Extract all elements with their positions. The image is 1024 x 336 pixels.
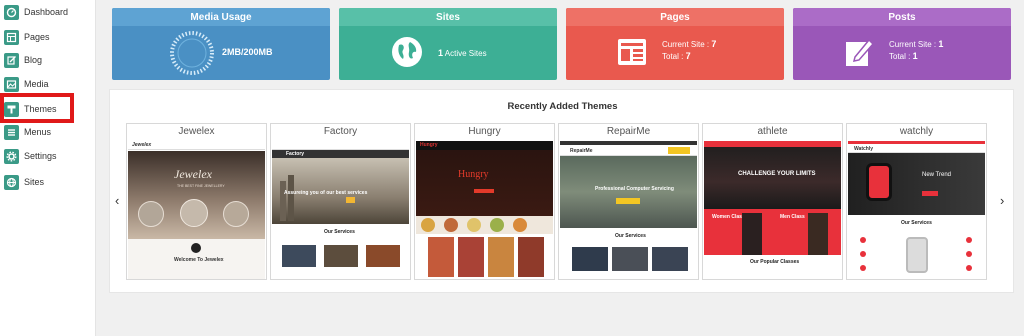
preview-class-b: Men Class <box>780 214 805 220</box>
sidebar-item-label: Media <box>24 79 49 89</box>
preview-section-title: Our Services <box>615 233 646 239</box>
preview-section-title: Our Popular Classes <box>750 259 800 265</box>
theme-card-factory[interactable]: Factory Factory Assureing you of our bes… <box>270 123 411 280</box>
sidebar-item-label: Blog <box>24 55 43 65</box>
preview-logo: Factory <box>286 151 305 157</box>
preview-logo: Watchly <box>854 146 873 152</box>
sidebar-item-menus[interactable]: Menus <box>0 121 96 143</box>
menus-icon <box>4 124 19 140</box>
posts-total-value: 1 <box>912 51 918 61</box>
theme-name: Jewelex <box>178 126 215 137</box>
card-title: Pages <box>566 8 784 26</box>
card-title: Posts <box>793 8 1011 26</box>
chevron-left-icon[interactable]: ‹ <box>115 194 119 207</box>
sidebar: Dashboard Pages Blog Media Themes Menus <box>0 0 96 336</box>
theme-name: watchly <box>899 126 934 137</box>
theme-name: athlete <box>757 126 788 137</box>
edit-icon <box>846 38 875 66</box>
preview-logo: Jewelex <box>132 142 152 148</box>
media-usage-card: Media Usage 2MB/200MB <box>112 8 330 80</box>
theme-card-jewelex[interactable]: Jewelex Jewelex Jewelex THE BEST FINE JE… <box>126 123 267 280</box>
preview-hero: Professional Computer Servicing <box>595 186 674 192</box>
theme-name: Factory <box>323 126 358 137</box>
preview-section-title: Welcome To Jewelex <box>174 257 224 263</box>
theme-preview: Jewelex Jewelex THE BEST FINE JEWELLERY … <box>128 141 265 279</box>
theme-preview: RepairMe Professional Computer Servicing… <box>560 141 697 279</box>
preview-hero: Jewelex <box>174 167 212 181</box>
sidebar-item-sites[interactable]: Sites <box>0 171 96 193</box>
preview-tagline: THE BEST FINE JEWELLERY <box>177 184 225 188</box>
theme-card-athlete[interactable]: athlete CHALLENGE YOUR LIMITS Women Clas… <box>702 123 843 280</box>
chevron-right-icon[interactable]: › <box>1000 194 1004 207</box>
pages-current-value: 7 <box>711 39 717 49</box>
gear-icon <box>4 148 19 164</box>
card-title: Media Usage <box>112 8 330 26</box>
preview-hero: Assureing you of our best services <box>284 190 368 196</box>
themes-icon <box>4 101 19 117</box>
blog-icon <box>4 52 19 68</box>
recently-added-themes-panel: Recently Added Themes ‹ › Jewelex Jewele… <box>109 89 1014 293</box>
preview-hero: CHALLENGE YOUR LIMITS <box>738 171 816 177</box>
panel-title: Recently Added Themes <box>507 101 618 112</box>
pages-total-value: 7 <box>685 51 691 61</box>
active-sites-label: Active Sites <box>444 49 487 58</box>
sidebar-item-blog[interactable]: Blog <box>0 49 96 71</box>
sidebar-item-dashboard[interactable]: Dashboard <box>0 1 96 23</box>
preview-logo: Hungry <box>420 142 438 148</box>
sidebar-item-label: Dashboard <box>24 7 69 17</box>
theme-name: RepairMe <box>606 126 651 137</box>
preview-hero: New Trend <box>922 172 952 178</box>
sidebar-item-label: Menus <box>24 127 52 137</box>
sidebar-item-pages[interactable]: Pages <box>0 26 96 48</box>
theme-name: Hungry <box>468 126 501 137</box>
preview-section-title: Our Services <box>324 229 355 235</box>
current-site-label: Current Site : <box>889 40 937 49</box>
preview-class-a: Women Class <box>712 214 745 220</box>
sidebar-item-media[interactable]: Media <box>0 73 96 95</box>
sites-card: Sites 1 Active Sites <box>339 8 557 80</box>
sidebar-item-label: Settings <box>24 151 57 161</box>
globe-icon <box>392 37 422 67</box>
theme-card-watchly[interactable]: watchly Watchly New Trend Our Services <box>846 123 987 280</box>
preview-hero: Hungry <box>458 169 489 180</box>
gauge-icon <box>170 31 214 75</box>
sidebar-item-label: Themes <box>24 104 57 114</box>
pages-icon <box>618 39 646 65</box>
posts-card: Posts Current Site : 1 Total : 1 <box>793 8 1011 80</box>
dashboard-icon <box>4 4 19 20</box>
sidebar-item-label: Sites <box>24 177 45 187</box>
pages-icon <box>4 29 19 45</box>
active-sites-count: 1 <box>438 48 444 58</box>
posts-current-value: 1 <box>938 39 944 49</box>
total-label: Total : <box>662 52 684 61</box>
preview-section-title: Our Services <box>901 220 932 226</box>
theme-card-hungry[interactable]: Hungry Hungry Hungry <box>414 123 555 280</box>
theme-preview: CHALLENGE YOUR LIMITS Women Class Men Cl… <box>704 141 841 279</box>
sidebar-item-label: Pages <box>24 32 50 42</box>
media-icon <box>4 76 19 92</box>
total-label: Total : <box>889 52 911 61</box>
sidebar-item-settings[interactable]: Settings <box>0 145 96 167</box>
current-site-label: Current Site : <box>662 40 710 49</box>
pages-card: Pages Current Site : 7 Total : 7 <box>566 8 784 80</box>
theme-preview: Factory Assureing you of our best servic… <box>272 141 409 279</box>
globe-icon <box>4 174 19 190</box>
theme-card-repairme[interactable]: RepairMe RepairMe Professional Computer … <box>558 123 699 280</box>
theme-preview: Watchly New Trend Our Services <box>848 141 985 279</box>
media-usage-value: 2MB/200MB <box>222 47 273 57</box>
theme-preview: Hungry Hungry <box>416 141 553 279</box>
sidebar-item-themes[interactable]: Themes <box>0 98 96 120</box>
preview-logo: RepairMe <box>570 148 593 154</box>
card-title: Sites <box>339 8 557 26</box>
